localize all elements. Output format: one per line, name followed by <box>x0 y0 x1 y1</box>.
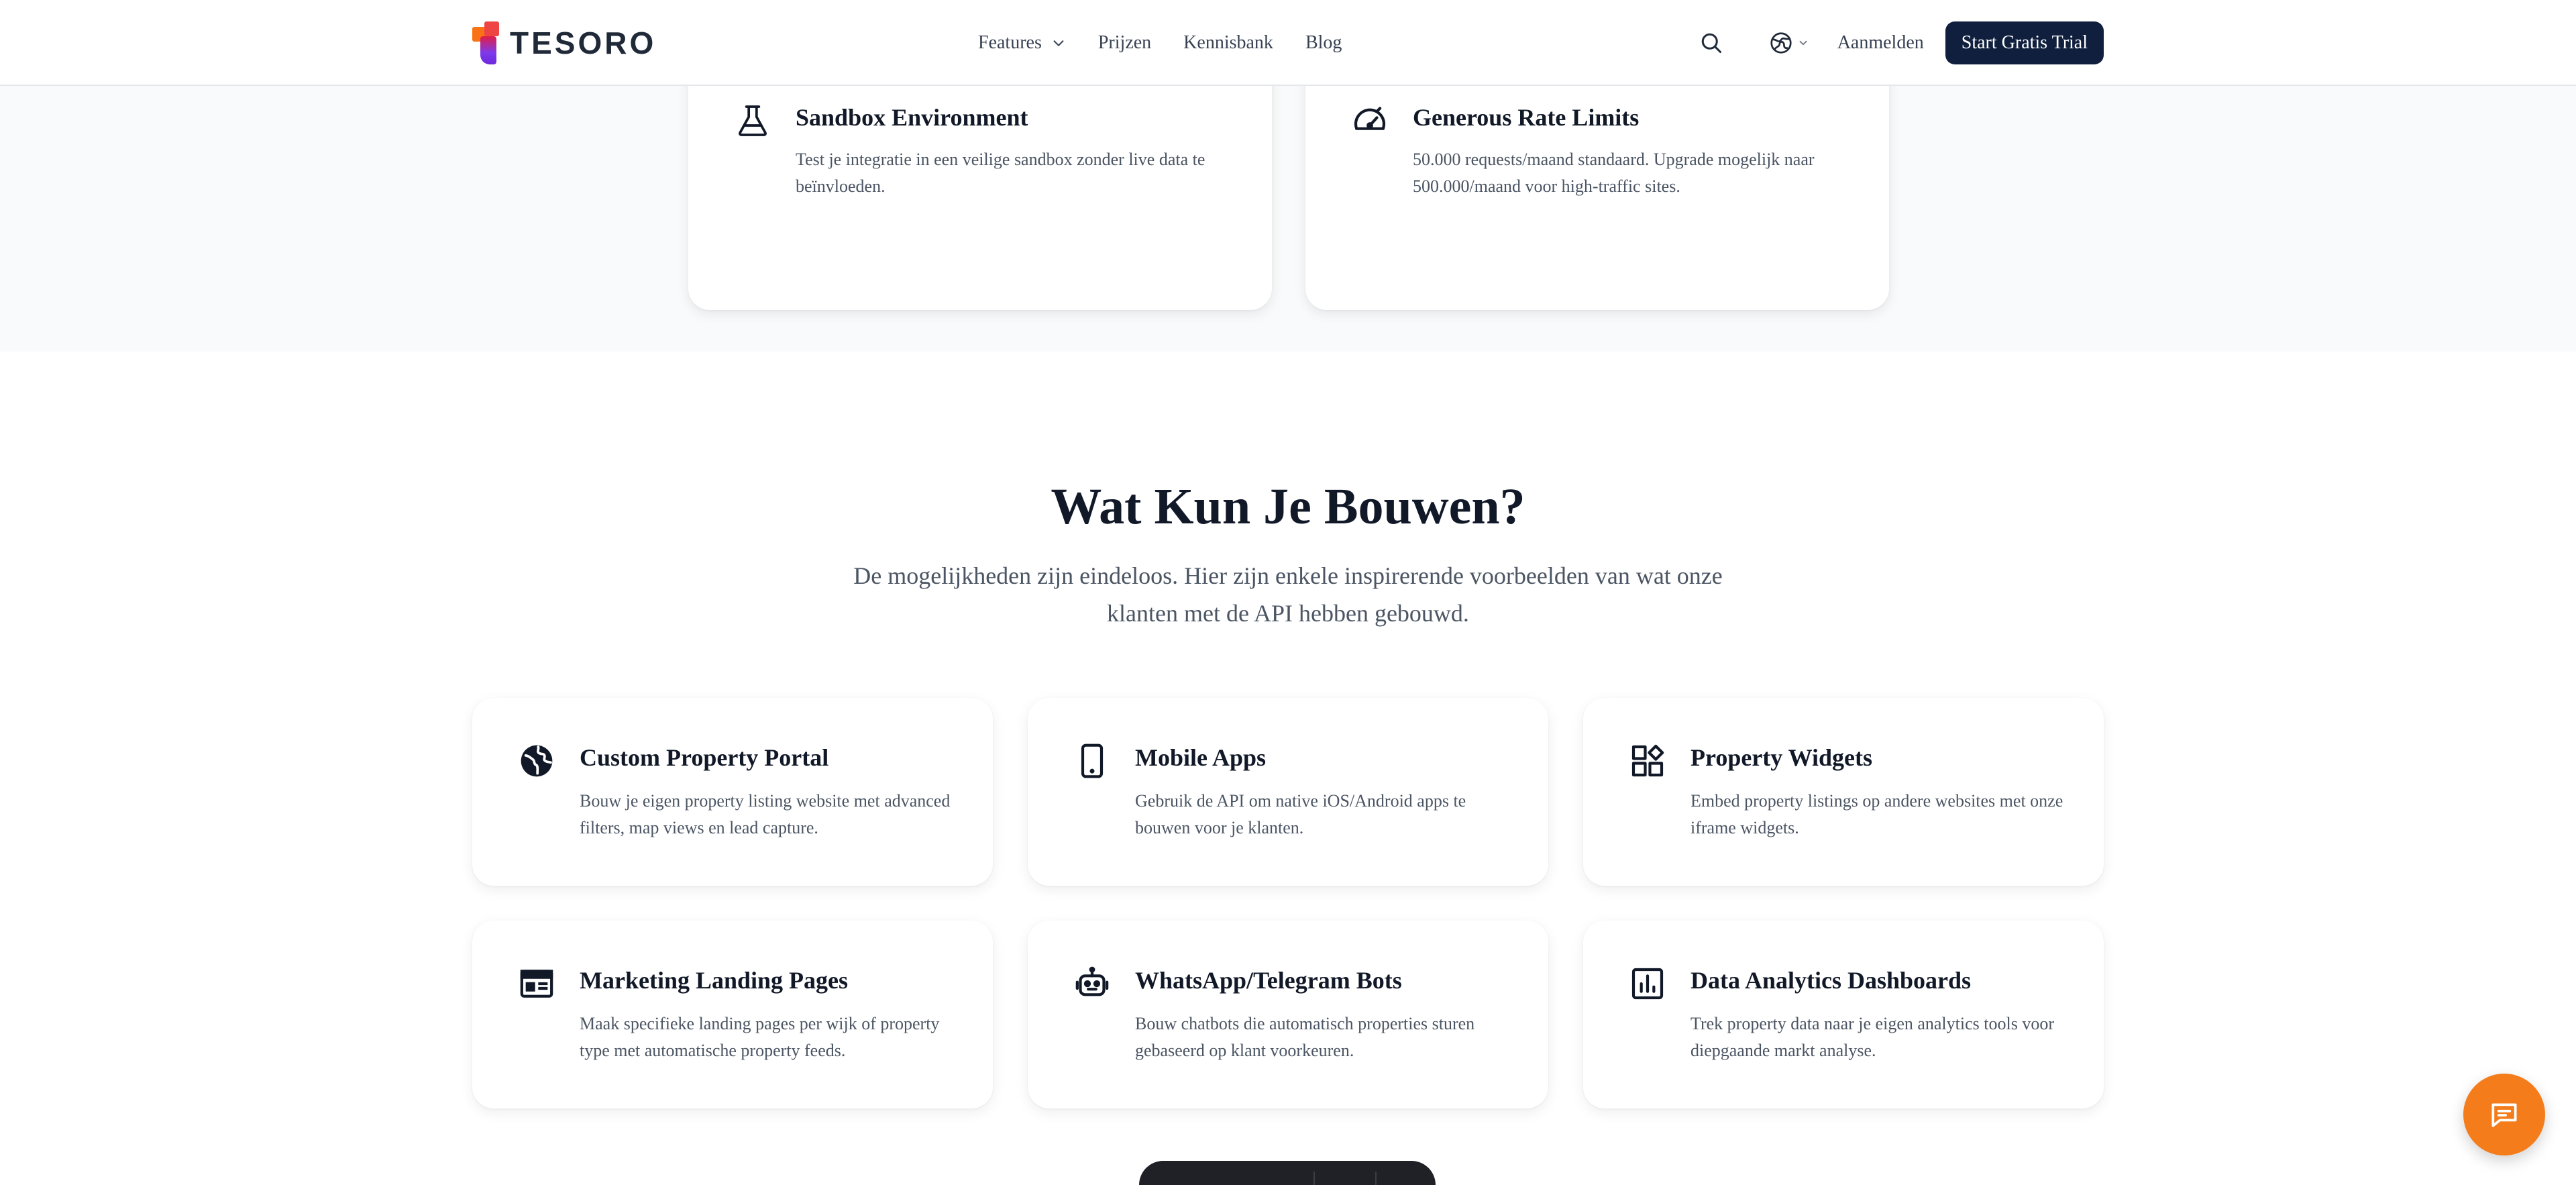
card-title: Data Analytics Dashboards <box>1690 967 1972 994</box>
logo[interactable]: TESORO <box>472 21 656 64</box>
use-case-card-widgets: Property Widgets Embed property listings… <box>1583 698 2104 886</box>
nav-item-blog[interactable]: Blog <box>1305 32 1342 54</box>
web-page-icon <box>520 970 553 998</box>
chevron-down-icon <box>1799 40 1807 46</box>
globe-icon <box>1770 32 1792 54</box>
chat-button[interactable] <box>2463 1074 2545 1155</box>
speedometer-icon <box>1354 107 1386 130</box>
card-description: Embed property listings op andere websit… <box>1690 791 2063 837</box>
logo-text: TESORO <box>510 25 657 60</box>
site-header: TESORO Features Prijzen Kennisbank Blog … <box>0 0 2576 86</box>
nav-item-label: Prijzen <box>1097 32 1152 53</box>
language-selector[interactable] <box>1769 31 1809 55</box>
card-description: 50.000 requests/maand standaard. Upgrade… <box>1413 150 1815 196</box>
features-band: Sandbox Environment Test je integratie i… <box>0 21 2576 352</box>
logo-mark-icon <box>472 21 503 64</box>
section-title: Wat Kun Je Bouwen? <box>1051 478 1525 535</box>
card-description: Maak specifieke landing pages per wijk o… <box>580 1014 940 1060</box>
nav-item-kennisbank[interactable]: Kennisbank <box>1183 32 1273 54</box>
login-link[interactable]: Aanmelden <box>1837 32 1924 54</box>
nav-item-label: Kennisbank <box>1183 32 1273 53</box>
use-case-card-mobile-apps: Mobile Apps Gebruik de API om native iOS… <box>1028 698 1548 886</box>
search-button[interactable] <box>1695 27 1727 59</box>
flask-icon <box>739 105 767 136</box>
globe-icon <box>521 745 553 777</box>
nav-item-label: Blog <box>1305 32 1342 53</box>
robot-icon <box>1075 966 1109 996</box>
card-title: Generous Rate Limits <box>1413 104 1640 131</box>
start-trial-button[interactable]: Start Gratis Trial <box>1945 21 2104 64</box>
card-description: Bouw je eigen property listing website m… <box>580 791 951 837</box>
chat-bubble-icon <box>2491 1103 2517 1127</box>
card-description: Bouw chatbots die automatisch properties… <box>1135 1014 1475 1060</box>
header-actions: Aanmelden Start Gratis Trial <box>1695 20 2104 66</box>
nav-item-prijzen[interactable]: Prijzen <box>1098 32 1151 54</box>
widgets-icon <box>1631 744 1664 777</box>
analytics-icon <box>1631 968 1664 1000</box>
card-title: Property Widgets <box>1690 744 1872 771</box>
card-title: WhatsApp/Telegram Bots <box>1135 967 1402 994</box>
use-case-card-landing-pages: Marketing Landing Pages Maak specifieke … <box>472 921 993 1109</box>
nav-item-features[interactable]: Features <box>978 32 1066 54</box>
card-description: Trek property data naar je eigen analyti… <box>1690 1014 2054 1060</box>
search-icon <box>1701 33 1721 53</box>
use-case-card-analytics: Data Analytics Dashboards Trek property … <box>1583 921 2104 1109</box>
card-title: Custom Property Portal <box>580 744 829 771</box>
nav-item-label: Features <box>978 32 1042 53</box>
card-title: Marketing Landing Pages <box>580 967 849 994</box>
app-preview-dock <box>1139 1161 1436 1185</box>
use-case-card-portal: Custom Property Portal Bouw je eigen pro… <box>472 698 993 886</box>
section-subtitle: De mogelijkheden zijn eindeloos. Hier zi… <box>853 562 1723 627</box>
card-title: Mobile Apps <box>1135 744 1267 771</box>
use-case-card-bots: WhatsApp/Telegram Bots Bouw chatbots die… <box>1028 921 1548 1109</box>
smartphone-icon <box>1081 743 1104 778</box>
card-description: Test je integratie in een veilige sandbo… <box>796 150 1205 196</box>
card-description: Gebruik de API om native iOS/Android app… <box>1135 791 1466 837</box>
main-nav: Features Prijzen Kennisbank Blog <box>978 27 1374 59</box>
card-title: Sandbox Environment <box>796 104 1028 131</box>
chevron-down-icon <box>1053 40 1064 46</box>
